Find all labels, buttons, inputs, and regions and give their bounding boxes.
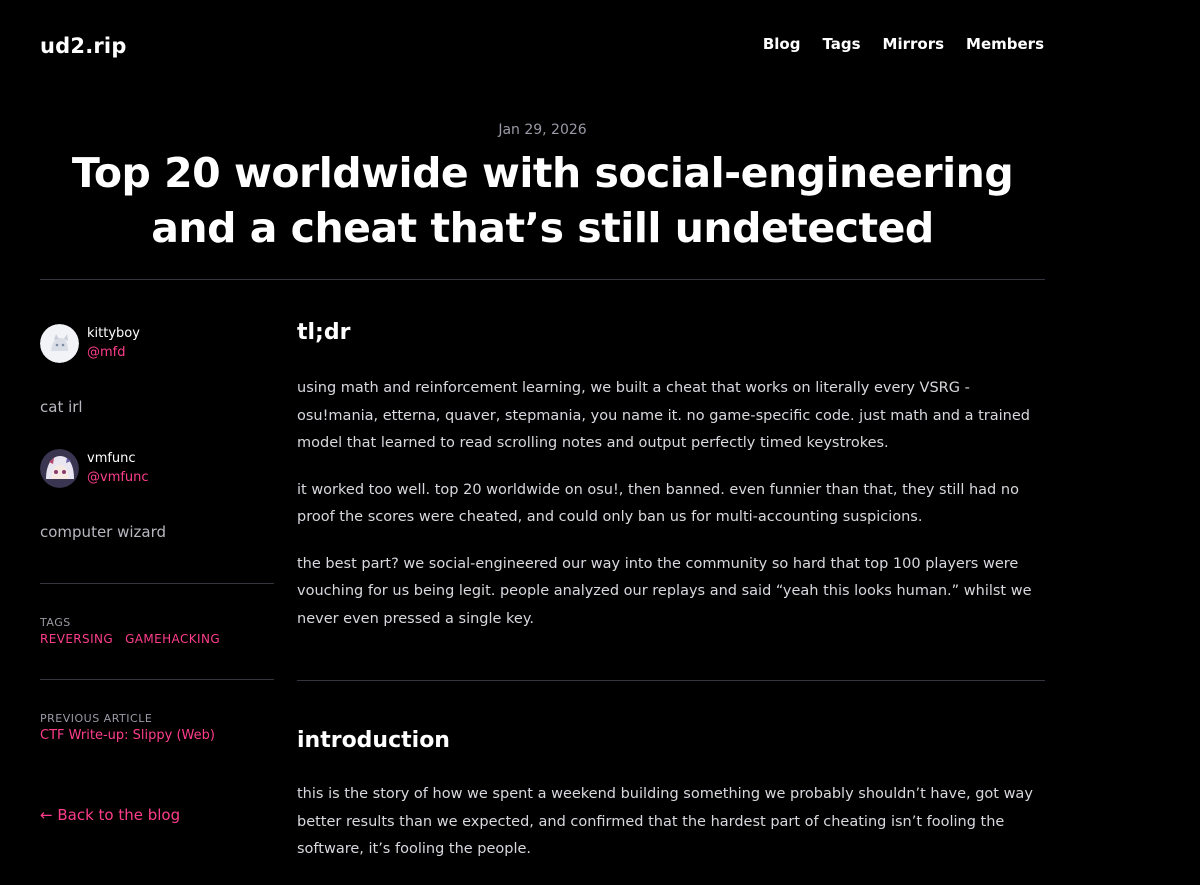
- tag-list: REVERSING GAMEHACKING: [40, 632, 274, 646]
- sidebar-divider: [40, 583, 274, 584]
- previous-article-section: PREVIOUS ARTICLE CTF Write-up: Slippy (W…: [40, 712, 274, 743]
- article-title: Top 20 worldwide with social-engineering…: [71, 149, 1014, 252]
- author-name[interactable]: kittyboy: [87, 324, 140, 343]
- author-meta: vmfunc @vmfunc: [87, 449, 149, 487]
- author-bio: computer wizard: [40, 523, 167, 541]
- previous-article-link[interactable]: CTF Write-up: Slippy (Web): [40, 728, 274, 743]
- author-handle[interactable]: @vmfunc: [87, 468, 149, 487]
- author-meta: kittyboy @mfd: [87, 324, 140, 362]
- section-heading: tl;dr: [297, 320, 351, 345]
- sidebar-divider: [40, 679, 274, 680]
- site-title-link[interactable]: ud2.rip: [40, 34, 127, 58]
- avatar[interactable]: [40, 448, 79, 488]
- nav-blog[interactable]: Blog: [763, 35, 801, 53]
- main-nav: Blog Tags Mirrors Members: [763, 35, 1044, 53]
- tag-reversing[interactable]: REVERSING: [40, 632, 113, 646]
- paragraph: the best part? we social-engineered our …: [297, 555, 1032, 627]
- tags-section: TAGS REVERSING GAMEHACKING: [40, 616, 274, 646]
- avatar[interactable]: [40, 323, 79, 363]
- article-date: Jan 29, 2026: [498, 122, 587, 138]
- author-card: kittyboy @mfd: [40, 323, 274, 363]
- section-heading: introduction: [297, 728, 450, 753]
- divider: [40, 279, 1045, 280]
- paragraph: using math and reinforcement learning, w…: [297, 380, 1030, 451]
- nav-mirrors[interactable]: Mirrors: [883, 35, 945, 53]
- paragraph: it worked too well. top 20 worldwide on …: [297, 481, 1019, 526]
- sidebar: kittyboy @mfd cat irl vmfunc @vmfunc com…: [40, 323, 274, 824]
- author-handle[interactable]: @mfd: [87, 343, 140, 362]
- author-card: vmfunc @vmfunc: [40, 448, 274, 488]
- previous-article-label: PREVIOUS ARTICLE: [40, 712, 153, 725]
- nav-members[interactable]: Members: [966, 35, 1044, 53]
- section-divider: [297, 680, 1045, 681]
- nav-tags[interactable]: Tags: [822, 35, 860, 53]
- page: ud2.rip Blog Tags Mirrors Members Jan 29…: [0, 0, 1200, 885]
- article-content: tl;dr using math and reinforcement learn…: [297, 320, 1045, 864]
- tag-gamehacking[interactable]: GAMEHACKING: [125, 632, 220, 646]
- tags-label: TAGS: [40, 616, 71, 629]
- back-to-blog-link[interactable]: ← Back to the blog: [40, 806, 180, 824]
- back-section: ← Back to the blog: [40, 805, 274, 824]
- author-bio: cat irl: [40, 398, 83, 416]
- author-name[interactable]: vmfunc: [87, 449, 149, 468]
- paragraph: this is the story of how we spent a week…: [297, 786, 1033, 857]
